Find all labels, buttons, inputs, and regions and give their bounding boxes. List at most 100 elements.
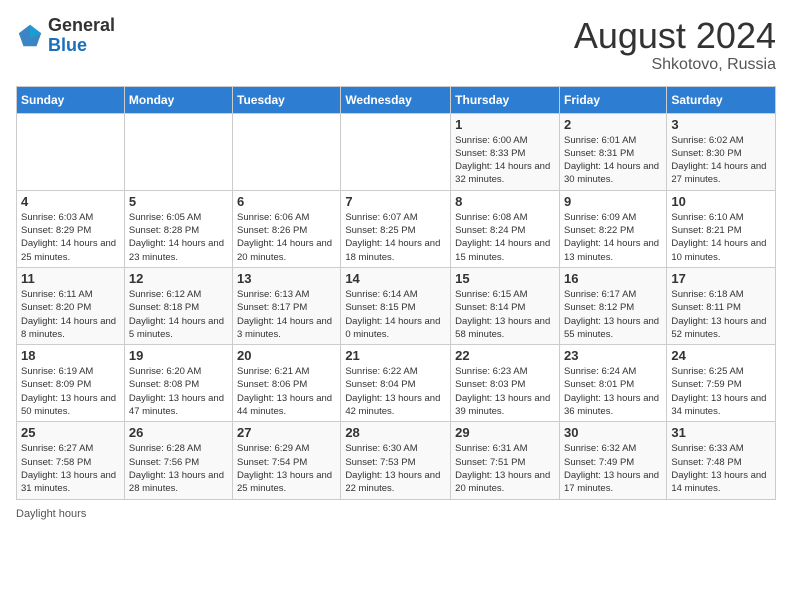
day-of-week-header: Monday bbox=[124, 86, 232, 113]
day-number: 5 bbox=[129, 194, 228, 209]
day-info: Sunrise: 6:12 AMSunset: 8:18 PMDaylight:… bbox=[129, 288, 228, 341]
day-info: Sunrise: 6:31 AMSunset: 7:51 PMDaylight:… bbox=[455, 442, 555, 495]
day-number: 31 bbox=[671, 425, 771, 440]
day-number: 24 bbox=[671, 348, 771, 363]
day-number: 12 bbox=[129, 271, 228, 286]
calendar-day-cell: 2Sunrise: 6:01 AMSunset: 8:31 PMDaylight… bbox=[559, 113, 666, 190]
day-number: 20 bbox=[237, 348, 336, 363]
day-number: 21 bbox=[345, 348, 446, 363]
calendar-day-cell: 19 Sunrise: 6:20 AMSunset: 8:08 PMDayligh… bbox=[124, 345, 232, 422]
day-number: 2 bbox=[564, 117, 662, 132]
calendar-day-cell: 3Sunrise: 6:02 AMSunset: 8:30 PMDaylight… bbox=[667, 113, 776, 190]
day-number: 28 bbox=[345, 425, 446, 440]
day-number: 17 bbox=[671, 271, 771, 286]
calendar-day-cell: 22 Sunrise: 6:23 AMSunset: 8:03 PMDayligh… bbox=[451, 345, 560, 422]
calendar-day-cell: 9 Sunrise: 6:09 AMSunset: 8:22 PMDaylight… bbox=[559, 190, 666, 267]
day-number: 27 bbox=[237, 425, 336, 440]
calendar-week-row: 18 Sunrise: 6:19 AMSunset: 8:09 PMDayligh… bbox=[17, 345, 776, 422]
day-number: 25 bbox=[21, 425, 120, 440]
calendar-day-cell: 13 Sunrise: 6:13 AMSunset: 8:17 PMDayligh… bbox=[233, 267, 341, 344]
day-info: Sunrise: 6:05 AMSunset: 8:28 PMDaylight:… bbox=[129, 211, 228, 264]
day-info: Sunrise: 6:15 AMSunset: 8:14 PMDaylight:… bbox=[455, 288, 555, 341]
day-info: Sunrise: 6:10 AMSunset: 8:21 PMDaylight:… bbox=[671, 211, 771, 264]
day-info: Sunrise: 6:25 AMSunset: 7:59 PMDaylight:… bbox=[671, 365, 771, 418]
day-info: Sunrise: 6:11 AMSunset: 8:20 PMDaylight:… bbox=[21, 288, 120, 341]
day-info: Sunrise: 6:09 AMSunset: 8:22 PMDaylight:… bbox=[564, 211, 662, 264]
calendar-day-cell bbox=[17, 113, 125, 190]
day-of-week-header: Wednesday bbox=[341, 86, 451, 113]
day-info: Sunrise: 6:08 AMSunset: 8:24 PMDaylight:… bbox=[455, 211, 555, 264]
calendar-day-cell: 25 Sunrise: 6:27 AMSunset: 7:58 PMDayligh… bbox=[17, 422, 125, 499]
day-number: 9 bbox=[564, 194, 662, 209]
calendar-day-cell: 6 Sunrise: 6:06 AMSunset: 8:26 PMDaylight… bbox=[233, 190, 341, 267]
day-number: 23 bbox=[564, 348, 662, 363]
day-info: Sunrise: 6:23 AMSunset: 8:03 PMDaylight:… bbox=[455, 365, 555, 418]
day-number: 19 bbox=[129, 348, 228, 363]
day-info: Sunrise: 6:27 AMSunset: 7:58 PMDaylight:… bbox=[21, 442, 120, 495]
calendar-day-cell: 21 Sunrise: 6:22 AMSunset: 8:04 PMDayligh… bbox=[341, 345, 451, 422]
logo-blue-text: Blue bbox=[48, 35, 87, 55]
day-info: Sunrise: 6:30 AMSunset: 7:53 PMDaylight:… bbox=[345, 442, 446, 495]
day-info: Sunrise: 6:18 AMSunset: 8:11 PMDaylight:… bbox=[671, 288, 771, 341]
day-number: 7 bbox=[345, 194, 446, 209]
day-info: Sunrise: 6:29 AMSunset: 7:54 PMDaylight:… bbox=[237, 442, 336, 495]
calendar-day-cell: 4Sunrise: 6:03 AMSunset: 8:29 PMDaylight… bbox=[17, 190, 125, 267]
day-number: 29 bbox=[455, 425, 555, 440]
day-number: 15 bbox=[455, 271, 555, 286]
day-number: 6 bbox=[237, 194, 336, 209]
day-number: 3 bbox=[671, 117, 771, 132]
day-of-week-header: Friday bbox=[559, 86, 666, 113]
day-number: 14 bbox=[345, 271, 446, 286]
calendar-day-cell: 10 Sunrise: 6:10 AMSunset: 8:21 PMDayligh… bbox=[667, 190, 776, 267]
calendar-week-row: 25 Sunrise: 6:27 AMSunset: 7:58 PMDayligh… bbox=[17, 422, 776, 499]
calendar-table: SundayMondayTuesdayWednesdayThursdayFrid… bbox=[16, 86, 776, 500]
day-of-week-header: Sunday bbox=[17, 86, 125, 113]
day-info: Sunrise: 6:28 AMSunset: 7:56 PMDaylight:… bbox=[129, 442, 228, 495]
daylight-hours-label: Daylight hours bbox=[16, 508, 86, 520]
calendar-day-cell: 5 Sunrise: 6:05 AMSunset: 8:28 PMDaylight… bbox=[124, 190, 232, 267]
calendar-day-cell: 15 Sunrise: 6:15 AMSunset: 8:14 PMDayligh… bbox=[451, 267, 560, 344]
calendar-day-cell: 14 Sunrise: 6:14 AMSunset: 8:15 PMDayligh… bbox=[341, 267, 451, 344]
day-number: 10 bbox=[671, 194, 771, 209]
legend: Daylight hours bbox=[16, 508, 776, 520]
day-info: Sunrise: 6:33 AMSunset: 7:48 PMDaylight:… bbox=[671, 442, 771, 495]
day-info: Sunrise: 6:19 AMSunset: 8:09 PMDaylight:… bbox=[21, 365, 120, 418]
calendar-day-cell: 11 Sunrise: 6:11 AMSunset: 8:20 PMDayligh… bbox=[17, 267, 125, 344]
day-info: Sunrise: 6:20 AMSunset: 8:08 PMDaylight:… bbox=[129, 365, 228, 418]
calendar-day-cell: 16Sunrise: 6:17 AMSunset: 8:12 PMDayligh… bbox=[559, 267, 666, 344]
day-of-week-header: Saturday bbox=[667, 86, 776, 113]
day-number: 18 bbox=[21, 348, 120, 363]
day-number: 1 bbox=[455, 117, 555, 132]
calendar-week-row: 1Sunrise: 6:00 AMSunset: 8:33 PMDaylight… bbox=[17, 113, 776, 190]
day-number: 11 bbox=[21, 271, 120, 286]
calendar-day-cell: 24 Sunrise: 6:25 AMSunset: 7:59 PMDayligh… bbox=[667, 345, 776, 422]
day-info: Sunrise: 6:06 AMSunset: 8:26 PMDaylight:… bbox=[237, 211, 336, 264]
calendar-day-cell: 7Sunrise: 6:07 AMSunset: 8:25 PMDaylight… bbox=[341, 190, 451, 267]
logo-icon bbox=[16, 22, 44, 50]
calendar-week-row: 4Sunrise: 6:03 AMSunset: 8:29 PMDaylight… bbox=[17, 190, 776, 267]
calendar-day-cell bbox=[124, 113, 232, 190]
day-info: Sunrise: 6:14 AMSunset: 8:15 PMDaylight:… bbox=[345, 288, 446, 341]
calendar-day-cell: 30Sunrise: 6:32 AMSunset: 7:49 PMDayligh… bbox=[559, 422, 666, 499]
calendar-day-cell: 8 Sunrise: 6:08 AMSunset: 8:24 PMDaylight… bbox=[451, 190, 560, 267]
day-of-week-header: Thursday bbox=[451, 86, 560, 113]
calendar-day-cell: 20 Sunrise: 6:21 AMSunset: 8:06 PMDayligh… bbox=[233, 345, 341, 422]
day-info: Sunrise: 6:22 AMSunset: 8:04 PMDaylight:… bbox=[345, 365, 446, 418]
calendar-day-cell: 1Sunrise: 6:00 AMSunset: 8:33 PMDaylight… bbox=[451, 113, 560, 190]
calendar-day-cell: 31 Sunrise: 6:33 AMSunset: 7:48 PMDayligh… bbox=[667, 422, 776, 499]
day-info: Sunrise: 6:21 AMSunset: 8:06 PMDaylight:… bbox=[237, 365, 336, 418]
day-info: Sunrise: 6:32 AMSunset: 7:49 PMDaylight:… bbox=[564, 442, 662, 495]
calendar-day-cell: 18 Sunrise: 6:19 AMSunset: 8:09 PMDayligh… bbox=[17, 345, 125, 422]
day-number: 22 bbox=[455, 348, 555, 363]
day-number: 8 bbox=[455, 194, 555, 209]
page-header: General Blue August 2024 Shkotovo, Russi… bbox=[16, 16, 776, 74]
day-number: 26 bbox=[129, 425, 228, 440]
day-info: Sunrise: 6:03 AMSunset: 8:29 PMDaylight:… bbox=[21, 211, 120, 264]
location-subtitle: Shkotovo, Russia bbox=[574, 56, 776, 74]
day-info: Sunrise: 6:13 AMSunset: 8:17 PMDaylight:… bbox=[237, 288, 336, 341]
calendar-day-cell: 17 Sunrise: 6:18 AMSunset: 8:11 PMDayligh… bbox=[667, 267, 776, 344]
calendar-week-row: 11 Sunrise: 6:11 AMSunset: 8:20 PMDayligh… bbox=[17, 267, 776, 344]
day-number: 13 bbox=[237, 271, 336, 286]
day-info: Sunrise: 6:24 AMSunset: 8:01 PMDaylight:… bbox=[564, 365, 662, 418]
calendar-day-cell: 23 Sunrise: 6:24 AMSunset: 8:01 PMDayligh… bbox=[559, 345, 666, 422]
